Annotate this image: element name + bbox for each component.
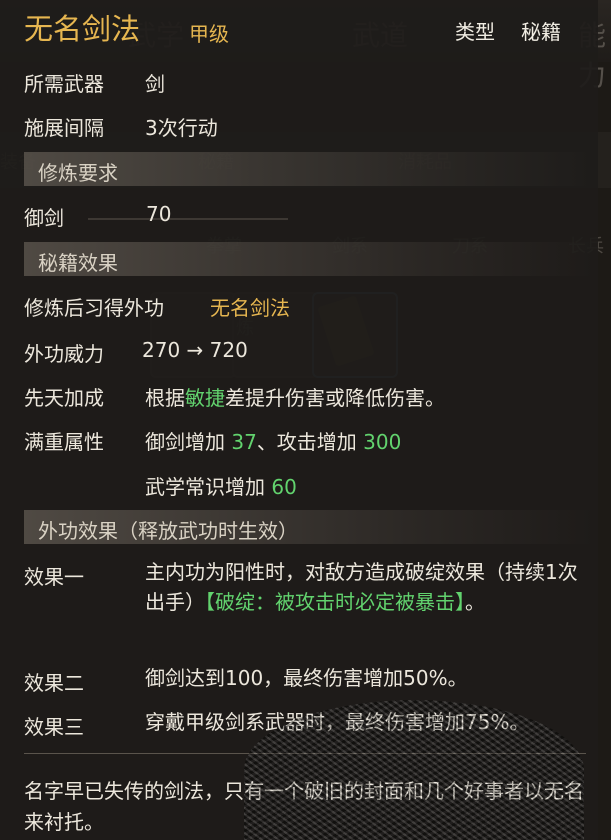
- item-name: 无名剑法: [24, 12, 141, 46]
- innate-attribute: 敏捷: [185, 386, 225, 410]
- effect1-label: 效果一: [24, 565, 84, 589]
- mastery-value: 300: [363, 430, 402, 454]
- mastery-line-2: 武学常识增加 60: [145, 471, 297, 500]
- mastery-value: 60: [271, 475, 297, 499]
- interval-value: 3次行动: [145, 116, 218, 140]
- skill-label: 御剑: [24, 206, 64, 230]
- learn-label: 修炼后习得外功: [24, 296, 164, 320]
- effect3-label: 效果三: [24, 715, 84, 739]
- effect2-label: 效果二: [24, 671, 84, 695]
- power-value: 270 → 720: [142, 338, 248, 362]
- power-label: 外功威力: [24, 342, 104, 366]
- mastery-value: 37: [231, 430, 257, 454]
- mastery-label: 满重属性: [24, 430, 104, 454]
- interval-label: 施展间隔: [24, 116, 104, 140]
- innate-prefix: 根据: [145, 386, 185, 410]
- innate-suffix: 差提升伤害或降低伤害。: [225, 386, 445, 410]
- effect1-text: 主内功为阳性时，对敌方造成破绽效果（持续1次出手）【破绽：被攻击时必定被暴击】。: [145, 557, 590, 617]
- section-title: 外功效果（释放武功时生效）: [38, 519, 298, 543]
- weapon-label: 所需武器: [24, 72, 104, 96]
- section-training: 修炼要求: [24, 152, 594, 186]
- item-tooltip: 无名剑法 甲级 类型 秘籍 所需武器 剑 施展间隔 3次行动 修炼要求 御剑 7…: [0, 0, 598, 840]
- innate-text: 根据敏捷差提升伤害或降低伤害。: [145, 382, 445, 411]
- item-grade: 甲级: [189, 22, 229, 46]
- section-title: 秘籍效果: [38, 251, 118, 275]
- learn-value: 无名剑法: [210, 296, 290, 320]
- skill-bar: [88, 218, 288, 220]
- section-external-effects: 外功效果（释放武功时生效）: [24, 510, 594, 544]
- type-value: 秘籍: [521, 20, 561, 44]
- mastery-text: 御剑增加: [145, 430, 232, 454]
- effect2-text: 御剑达到100，最终伤害增加50%。: [145, 666, 468, 690]
- type-label: 类型: [455, 20, 495, 44]
- noise-overlay: [244, 700, 584, 840]
- skill-value: 70: [146, 202, 172, 226]
- mastery-text: 武学常识增加: [145, 475, 272, 499]
- innate-label: 先天加成: [24, 386, 104, 410]
- weapon-value: 剑: [145, 72, 165, 96]
- section-book-effects: 秘籍效果: [24, 242, 594, 276]
- effect1-end: 。: [465, 590, 485, 614]
- effect1-highlight: 【破绽：被攻击时必定被暴击】: [205, 590, 465, 614]
- mastery-line-1: 御剑增加 37、攻击增加 300: [145, 426, 401, 455]
- section-title: 修炼要求: [38, 161, 118, 185]
- mastery-text: 、攻击增加: [256, 430, 364, 454]
